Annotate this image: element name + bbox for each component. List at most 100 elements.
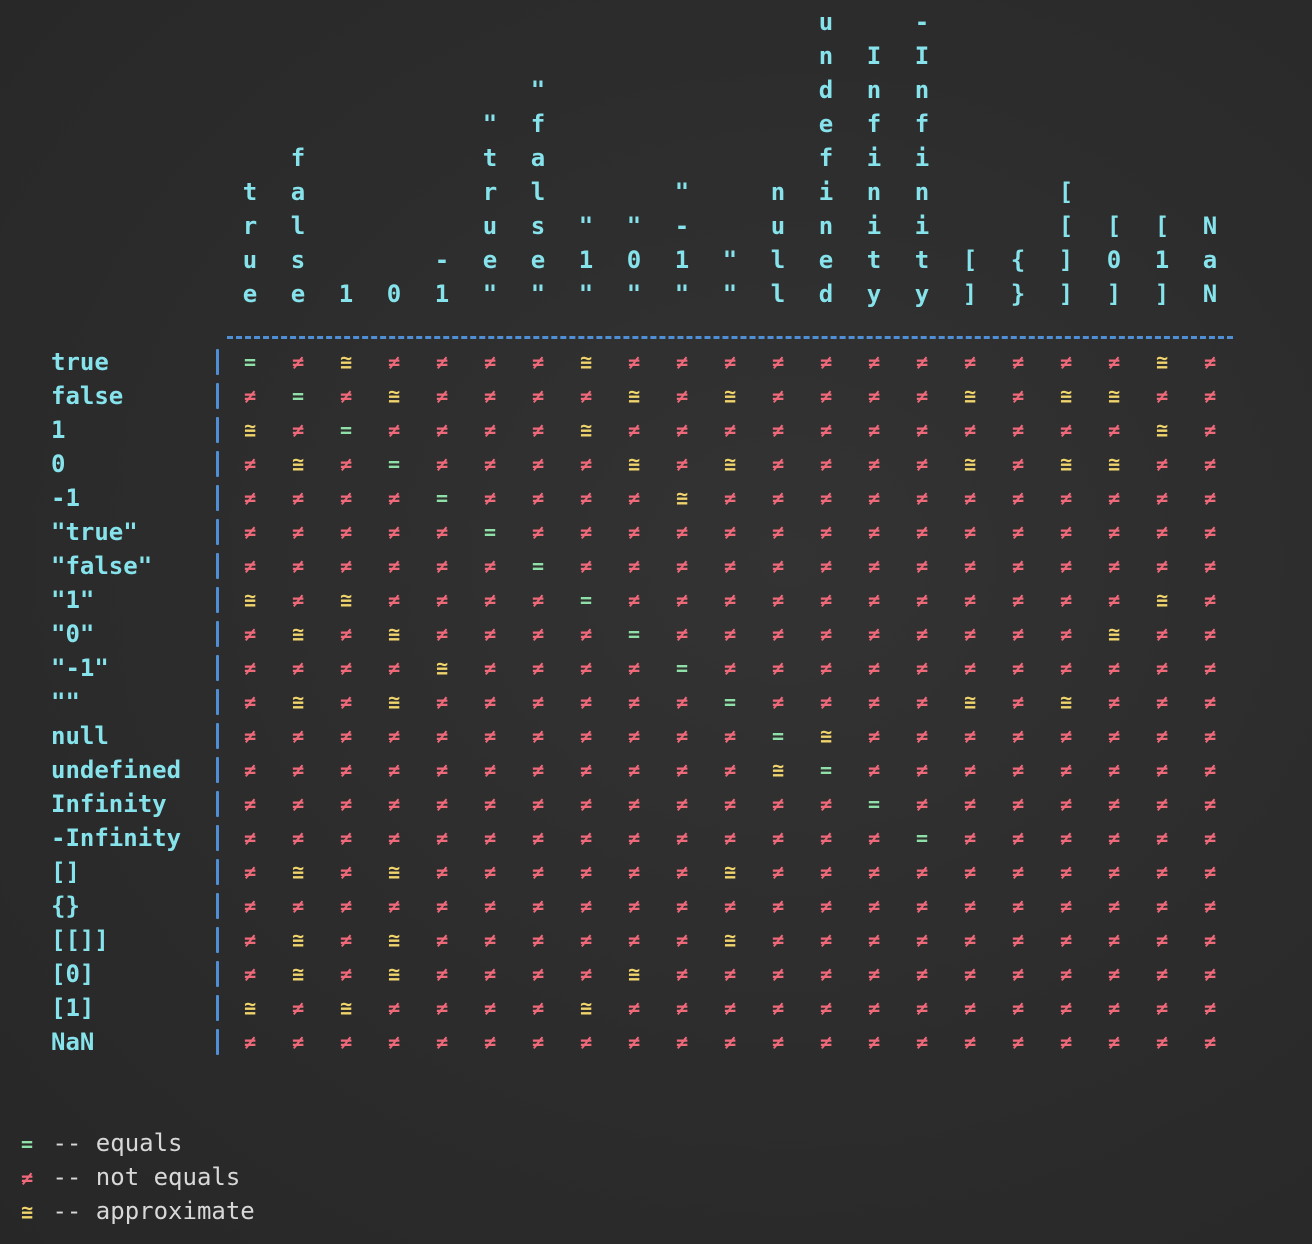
column-header-char: d [818, 280, 834, 308]
comparison-cell: ≠ [531, 690, 545, 714]
comparison-cell: ≠ [819, 690, 833, 714]
comparison-cell: ≠ [723, 588, 737, 612]
column-header-char: u [482, 212, 498, 240]
comparison-cell: ≠ [531, 758, 545, 782]
comparison-cell: = [531, 554, 545, 578]
comparison-cell: ≠ [963, 486, 977, 510]
comparison-cell: ≠ [1203, 418, 1217, 442]
comparison-cell: ≠ [1011, 826, 1025, 850]
comparison-cell: ≠ [1155, 724, 1169, 748]
comparison-cell: ≠ [579, 724, 593, 748]
comparison-cell: ≠ [483, 826, 497, 850]
comparison-cell: ≠ [579, 826, 593, 850]
column-header-char: [ [1154, 212, 1170, 240]
column-header-char: n [866, 76, 882, 104]
comparison-cell: ≠ [963, 724, 977, 748]
column-header-char: - [674, 212, 690, 240]
comparison-cell: ≠ [1203, 690, 1217, 714]
column-header-char: [ [1106, 212, 1122, 240]
comparison-cell: ≠ [1155, 520, 1169, 544]
comparison-cell: ≠ [1059, 860, 1073, 884]
comparison-cell: ≠ [867, 826, 881, 850]
comparison-cell: ≅ [291, 928, 305, 952]
comparison-cell: ≠ [1203, 588, 1217, 612]
comparison-cell: ≠ [1155, 486, 1169, 510]
column-header-char: t [866, 246, 882, 274]
comparison-cell: ≅ [1059, 384, 1073, 408]
comparison-cell: ≠ [387, 418, 401, 442]
column-header-char: t [482, 144, 498, 172]
comparison-cell: ≠ [243, 826, 257, 850]
comparison-cell: ≠ [771, 588, 785, 612]
comparison-cell: ≠ [1059, 894, 1073, 918]
row-label: [] [51, 858, 80, 886]
comparison-cell: ≠ [819, 554, 833, 578]
comparison-cell: ≅ [291, 622, 305, 646]
comparison-cell: ≠ [435, 928, 449, 952]
comparison-cell: ≠ [915, 418, 929, 442]
comparison-cell: ≠ [723, 1030, 737, 1054]
comparison-cell: ≠ [867, 724, 881, 748]
comparison-cell: ≠ [675, 928, 689, 952]
column-header-char: t [914, 246, 930, 274]
comparison-cell: ≠ [1011, 384, 1025, 408]
comparison-cell: ≠ [531, 656, 545, 680]
comparison-cell: ≅ [387, 384, 401, 408]
comparison-cell: ≠ [963, 622, 977, 646]
comparison-cell: ≠ [435, 826, 449, 850]
row-label: Infinity [51, 790, 167, 818]
comparison-cell: ≠ [867, 588, 881, 612]
comparison-cell: ≠ [483, 486, 497, 510]
comparison-cell: ≠ [339, 792, 353, 816]
comparison-cell: ≠ [1059, 486, 1073, 510]
comparison-cell: ≠ [675, 554, 689, 578]
comparison-cell: ≠ [867, 554, 881, 578]
comparison-cell: ≠ [963, 860, 977, 884]
comparison-cell: ≠ [963, 418, 977, 442]
comparison-cell: ≠ [915, 384, 929, 408]
column-header-char: i [914, 212, 930, 240]
comparison-cell: ≠ [339, 962, 353, 986]
comparison-cell: ≅ [243, 418, 257, 442]
comparison-cell: ≠ [483, 350, 497, 374]
comparison-cell: ≠ [819, 520, 833, 544]
comparison-cell: ≠ [867, 656, 881, 680]
comparison-cell: ≠ [915, 350, 929, 374]
comparison-cell: ≠ [1059, 588, 1073, 612]
column-header-char: i [866, 144, 882, 172]
column-header-char: 1 [674, 246, 690, 274]
comparison-cell: ≠ [915, 962, 929, 986]
comparison-cell: ≠ [483, 690, 497, 714]
row-label: "-1" [51, 654, 109, 682]
comparison-cell: ≠ [627, 758, 641, 782]
comparison-cell: ≠ [867, 486, 881, 510]
comparison-cell: ≠ [819, 1030, 833, 1054]
column-header-char: f [818, 144, 834, 172]
comparison-cell: ≠ [963, 826, 977, 850]
comparison-cell: ≠ [1155, 928, 1169, 952]
column-header-char: [ [962, 246, 978, 274]
comparison-cell: ≠ [1155, 826, 1169, 850]
row-separator [216, 825, 219, 851]
comparison-cell: ≠ [435, 792, 449, 816]
comparison-cell: ≠ [387, 588, 401, 612]
comparison-cell: ≠ [627, 486, 641, 510]
comparison-cell: ≠ [579, 690, 593, 714]
comparison-cell: ≠ [771, 894, 785, 918]
comparison-cell: ≠ [291, 588, 305, 612]
comparison-cell: ≠ [1155, 962, 1169, 986]
column-header-char: " [482, 110, 498, 138]
row-separator [216, 927, 219, 953]
comparison-cell: ≅ [243, 996, 257, 1020]
comparison-cell: ≠ [243, 928, 257, 952]
comparison-cell: ≠ [1155, 384, 1169, 408]
column-header-char: [ [1058, 212, 1074, 240]
comparison-cell: ≠ [1059, 350, 1073, 374]
comparison-cell: ≠ [243, 554, 257, 578]
comparison-cell: ≠ [819, 622, 833, 646]
comparison-cell: ≠ [531, 486, 545, 510]
column-header-char: ] [962, 280, 978, 308]
comparison-cell: ≠ [1011, 894, 1025, 918]
comparison-cell: ≠ [771, 1030, 785, 1054]
comparison-cell: ≠ [387, 554, 401, 578]
